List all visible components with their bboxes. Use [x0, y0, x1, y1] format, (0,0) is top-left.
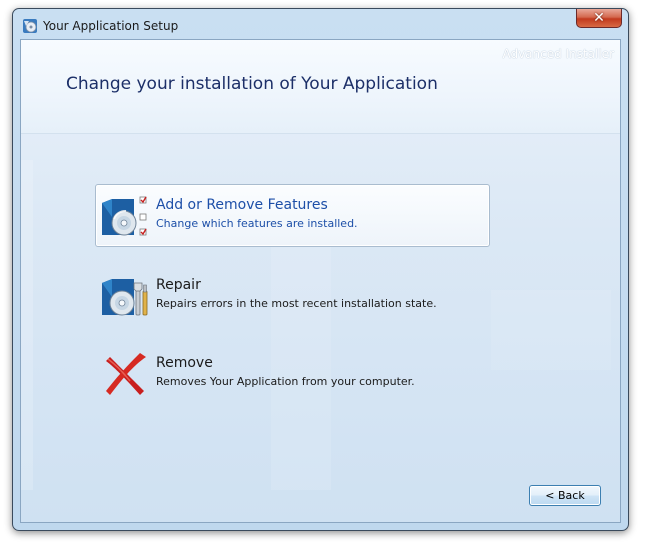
setup-window: Your Application Setup ✕ Advanced Instal…	[12, 8, 629, 531]
repair-option[interactable]: Repair Repairs errors in the most recent…	[95, 264, 490, 327]
add-remove-features-option[interactable]: Add or Remove Features Change which feat…	[95, 184, 490, 247]
close-icon: ✕	[593, 10, 605, 26]
option-description: Removes Your Application from your compu…	[156, 375, 415, 388]
option-title: Remove	[156, 355, 213, 371]
option-title: Add or Remove Features	[156, 197, 328, 213]
option-description: Repairs errors in the most recent instal…	[156, 297, 437, 310]
background-decoration	[21, 160, 33, 490]
header-banner: Advanced Installer Change your installat…	[21, 40, 620, 134]
remove-x-icon	[106, 353, 146, 395]
back-button[interactable]: < Back	[529, 485, 601, 506]
dialog-body: Advanced Installer Change your installat…	[20, 39, 621, 523]
brand-label: Advanced Installer	[502, 47, 614, 61]
add-remove-features-icon	[102, 196, 147, 236]
title-bar[interactable]: Your Application Setup ✕	[13, 9, 628, 39]
remove-option[interactable]: Remove Removes Your Application from you…	[95, 342, 490, 405]
window-title: Your Application Setup	[43, 19, 179, 33]
option-description: Change which features are installed.	[156, 217, 358, 230]
repair-icon	[102, 279, 148, 316]
setup-app-icon	[23, 19, 37, 33]
close-button[interactable]: ✕	[576, 9, 622, 28]
option-title: Repair	[156, 277, 201, 293]
background-decoration	[491, 290, 611, 370]
page-title: Change your installation of Your Applica…	[66, 74, 438, 94]
